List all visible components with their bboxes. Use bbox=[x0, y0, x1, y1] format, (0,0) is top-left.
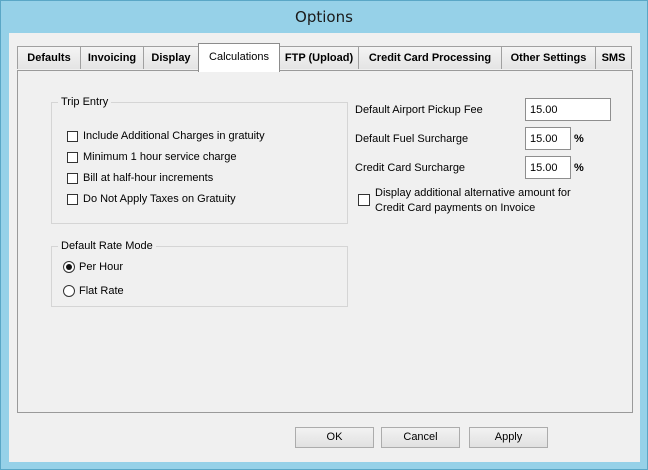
include-additional-charges-checkbox[interactable] bbox=[67, 130, 78, 142]
window-title: Options bbox=[295, 8, 353, 26]
options-window: Options Defaults Invoicing Display Calcu… bbox=[0, 0, 648, 470]
include-additional-charges-label: Include Additional Charges in gratuity bbox=[83, 130, 265, 142]
flat-rate-label: Flat Rate bbox=[79, 285, 124, 297]
credit-card-surcharge-percent: % bbox=[574, 162, 584, 174]
alt-amount-option[interactable]: Display additional alternative amount fo… bbox=[358, 186, 571, 216]
fuel-surcharge-label: Default Fuel Surcharge bbox=[355, 133, 469, 145]
flat-rate-option[interactable]: Flat Rate bbox=[63, 284, 124, 298]
tab-sms[interactable]: SMS bbox=[595, 46, 632, 69]
per-hour-radio[interactable] bbox=[63, 261, 75, 273]
rate-mode-title: Default Rate Mode bbox=[61, 240, 153, 252]
tab-strip: Defaults Invoicing Display Calculations … bbox=[17, 43, 637, 72]
fuel-surcharge-input[interactable] bbox=[525, 127, 571, 150]
credit-card-surcharge-label: Credit Card Surcharge bbox=[355, 162, 466, 174]
credit-card-surcharge-input[interactable] bbox=[525, 156, 571, 179]
tab-calculations[interactable]: Calculations bbox=[198, 43, 280, 72]
tab-credit-card-processing[interactable]: Credit Card Processing bbox=[358, 46, 502, 69]
per-hour-option[interactable]: Per Hour bbox=[63, 260, 123, 274]
minimum-hour-option[interactable]: Minimum 1 hour service charge bbox=[67, 150, 236, 164]
alt-amount-label-line1: Display additional alternative amount fo… bbox=[375, 187, 571, 199]
alt-amount-checkbox[interactable] bbox=[358, 194, 370, 206]
airport-pickup-fee-label: Default Airport Pickup Fee bbox=[355, 104, 483, 116]
no-taxes-gratuity-label: Do Not Apply Taxes on Gratuity bbox=[83, 193, 236, 205]
tab-defaults[interactable]: Defaults bbox=[17, 46, 81, 69]
per-hour-label: Per Hour bbox=[79, 261, 124, 273]
no-taxes-gratuity-option[interactable]: Do Not Apply Taxes on Gratuity bbox=[67, 192, 236, 206]
alt-amount-label: Display additional alternative amount fo… bbox=[375, 186, 571, 216]
airport-pickup-fee-input[interactable] bbox=[525, 98, 611, 121]
no-taxes-gratuity-checkbox[interactable] bbox=[67, 193, 78, 205]
tab-display[interactable]: Display bbox=[143, 46, 199, 69]
fuel-surcharge-percent: % bbox=[574, 133, 584, 145]
trip-entry-title: Trip Entry bbox=[61, 96, 109, 108]
alt-amount-label-line2: Credit Card payments on Invoice bbox=[375, 202, 536, 214]
ok-button[interactable]: OK bbox=[295, 427, 374, 448]
apply-button[interactable]: Apply bbox=[469, 427, 548, 448]
tab-other-settings[interactable]: Other Settings bbox=[501, 46, 596, 69]
calculations-panel: Trip Entry Include Additional Charges in… bbox=[17, 70, 633, 413]
flat-rate-radio[interactable] bbox=[63, 285, 75, 297]
dialog-client-area: Defaults Invoicing Display Calculations … bbox=[9, 33, 640, 462]
half-hour-increments-option[interactable]: Bill at half-hour increments bbox=[67, 171, 213, 185]
half-hour-increments-label: Bill at half-hour increments bbox=[83, 172, 214, 184]
half-hour-increments-checkbox[interactable] bbox=[67, 172, 78, 184]
cancel-button[interactable]: Cancel bbox=[381, 427, 460, 448]
include-additional-charges-option[interactable]: Include Additional Charges in gratuity bbox=[67, 129, 265, 143]
tab-invoicing[interactable]: Invoicing bbox=[80, 46, 144, 69]
tab-ftp-upload[interactable]: FTP (Upload) bbox=[279, 46, 359, 69]
minimum-hour-checkbox[interactable] bbox=[67, 151, 78, 163]
minimum-hour-label: Minimum 1 hour service charge bbox=[83, 151, 237, 163]
